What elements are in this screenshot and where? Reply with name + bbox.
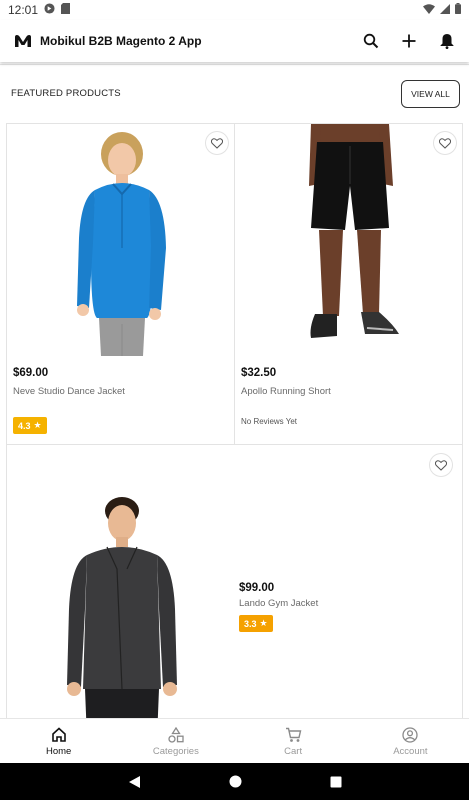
app-logo-icon (12, 30, 34, 52)
app-title: Mobikul B2B Magento 2 App (40, 34, 202, 48)
app-notification-icon (44, 3, 55, 17)
bottom-navigation: Home Categories Cart Account (0, 718, 469, 763)
home-icon (50, 726, 68, 744)
star-icon: ★ (259, 618, 268, 628)
rating-value: 3.3 (244, 618, 257, 629)
product-image (77, 132, 166, 356)
bell-icon[interactable] (437, 31, 457, 51)
recents-icon[interactable] (330, 776, 342, 788)
nav-account[interactable]: Account (352, 719, 469, 763)
product-card[interactable]: $32.50 Apollo Running Short No Reviews Y… (234, 123, 463, 445)
wifi-icon (423, 3, 435, 17)
product-name[interactable]: Lando Gym Jacket (239, 598, 318, 609)
product-image (67, 497, 177, 719)
search-icon[interactable] (361, 31, 381, 51)
product-name[interactable]: Neve Studio Dance Jacket (13, 386, 125, 397)
nav-label: Categories (152, 745, 199, 757)
back-icon[interactable] (128, 775, 141, 789)
battery-icon (455, 3, 461, 17)
product-image (309, 124, 399, 338)
add-icon[interactable] (399, 31, 419, 51)
nav-label: Cart (284, 745, 303, 757)
app-bar: Mobikul B2B Magento 2 App (0, 20, 469, 62)
wishlist-heart-icon[interactable] (430, 454, 452, 476)
rating-badge: 3.3 ★ (239, 615, 273, 632)
view-all-button[interactable]: VIEW ALL (401, 79, 460, 108)
cell-signal-icon (440, 3, 450, 17)
system-navigation-bar (0, 763, 469, 800)
no-reviews-text: No Reviews Yet (241, 417, 298, 426)
product-price: $32.50 (241, 367, 277, 379)
star-icon: ★ (33, 420, 42, 430)
product-name[interactable]: Apollo Running Short (241, 386, 331, 397)
home-circle-icon[interactable] (229, 775, 242, 788)
wishlist-heart-icon[interactable] (206, 132, 228, 154)
product-card[interactable]: $99.00 Lando Gym Jacket 3.3 ★ (6, 444, 463, 719)
rating-value: 4.3 (18, 420, 31, 431)
rating-badge: 4.3 ★ (13, 417, 47, 434)
status-time: 12:01 (8, 3, 39, 17)
categories-icon (167, 726, 185, 744)
product-grid: $69.00 Neve Studio Dance Jacket 4.3 ★ $3… (6, 123, 463, 719)
section-title: FEATURED PRODUCTS (11, 88, 121, 99)
nav-cart[interactable]: Cart (235, 719, 352, 763)
nav-home[interactable]: Home (0, 719, 117, 763)
sd-card-icon (61, 3, 71, 17)
product-price: $99.00 (239, 582, 275, 594)
nav-label: Account (393, 745, 428, 757)
product-card[interactable]: $69.00 Neve Studio Dance Jacket 4.3 ★ (6, 123, 235, 445)
account-icon (401, 726, 419, 744)
nav-categories[interactable]: Categories (117, 719, 234, 763)
wishlist-heart-icon[interactable] (434, 132, 456, 154)
status-bar: 12:01 (0, 0, 469, 20)
featured-products-header: FEATURED PRODUCTS VIEW ALL (0, 64, 469, 122)
product-price: $69.00 (13, 367, 49, 379)
nav-label: Home (45, 745, 72, 757)
cart-icon (284, 726, 302, 744)
